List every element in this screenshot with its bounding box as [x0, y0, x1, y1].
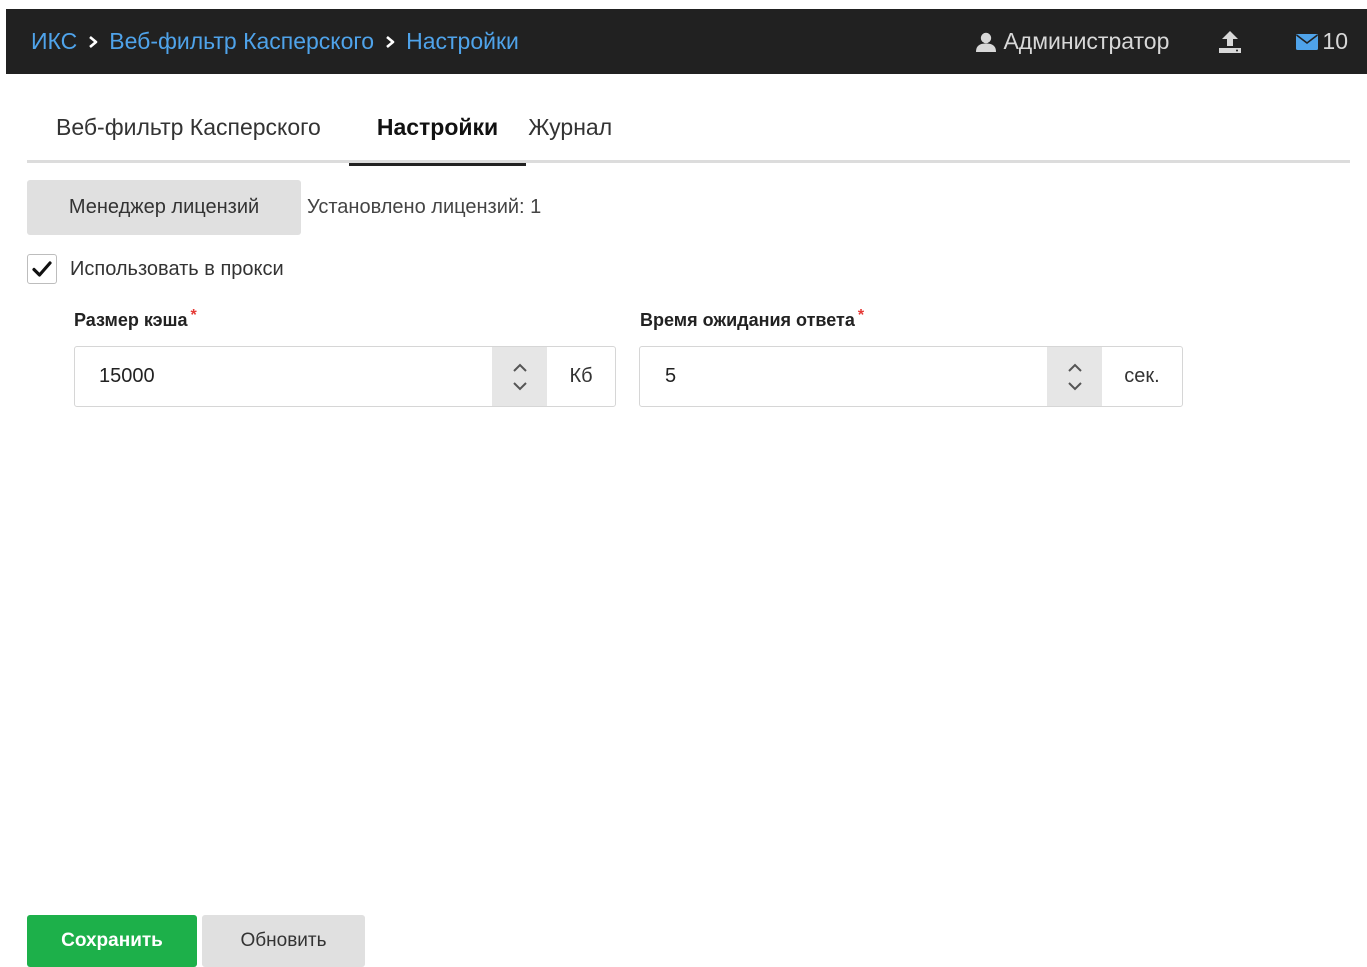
cache-size-decrement[interactable]: [512, 381, 528, 392]
top-bar-actions: Администратор 10: [975, 9, 1367, 74]
chevron-down-icon: [512, 381, 527, 390]
chevron-up-icon: [512, 363, 527, 372]
chevron-up-icon: [1067, 363, 1082, 372]
tab-bar: Веб-фильтр Касперского Настройки Журнал: [27, 92, 1350, 166]
refresh-button[interactable]: Обновить: [202, 915, 365, 967]
tab-settings[interactable]: Настройки: [348, 92, 527, 166]
use-in-proxy-checkbox[interactable]: [27, 254, 57, 284]
upload-button[interactable]: [1217, 29, 1243, 55]
upload-icon: [1219, 30, 1242, 53]
cache-size-unit: Кб: [569, 365, 593, 387]
chevron-right-icon: [384, 35, 396, 49]
timeout-field: сек.: [639, 346, 1183, 407]
timeout-label-text: Время ожидания ответа: [640, 310, 855, 330]
timeout-increment[interactable]: [1067, 362, 1083, 373]
required-mark: *: [190, 307, 197, 324]
tab-web-filter[interactable]: Веб-фильтр Касперского: [56, 92, 321, 163]
license-status: Установлено лицензий: 1: [307, 196, 542, 218]
use-in-proxy-label: Использовать в прокси: [70, 257, 284, 280]
cache-size-input[interactable]: [75, 347, 492, 406]
breadcrumb-settings[interactable]: Настройки: [406, 28, 519, 55]
user-icon: [976, 32, 997, 52]
breadcrumb: ИКС Веб-фильтр Касперского Настройки: [31, 28, 519, 55]
cache-size-increment[interactable]: [512, 362, 528, 373]
messages-button[interactable]: 10: [1295, 28, 1348, 55]
required-mark: *: [857, 307, 865, 324]
user-name: Администратор: [1003, 28, 1170, 54]
cache-size-field: Кб: [74, 346, 616, 407]
save-button[interactable]: Сохранить: [27, 915, 197, 967]
license-manager-button[interactable]: Менеджер лицензий: [27, 180, 301, 235]
use-in-proxy-option[interactable]: Использовать в прокси: [27, 254, 284, 284]
messages-count: 10: [1322, 28, 1348, 54]
breadcrumb-iks[interactable]: ИКС: [31, 28, 77, 55]
timeout-unit: сек.: [1124, 365, 1160, 387]
chevron-down-icon: [1067, 381, 1082, 390]
cache-size-stepper: [492, 347, 547, 406]
timeout-decrement[interactable]: [1067, 381, 1083, 392]
timeout-label: Время ожидания ответа *: [640, 307, 865, 331]
checkmark-icon: [32, 261, 52, 277]
chevron-right-icon: [87, 35, 99, 49]
cache-size-label: Размер кэша *: [74, 307, 197, 331]
timeout-stepper: [1047, 347, 1102, 406]
user-menu[interactable]: Администратор: [975, 28, 1169, 55]
envelope-icon: [1296, 33, 1319, 50]
breadcrumb-web-filter[interactable]: Веб-фильтр Касперского: [109, 28, 374, 55]
top-bar: ИКС Веб-фильтр Касперского Настройки Адм…: [6, 9, 1367, 74]
timeout-input[interactable]: [640, 347, 1047, 406]
cache-size-label-text: Размер кэша: [74, 310, 188, 330]
tab-journal[interactable]: Журнал: [528, 92, 612, 163]
